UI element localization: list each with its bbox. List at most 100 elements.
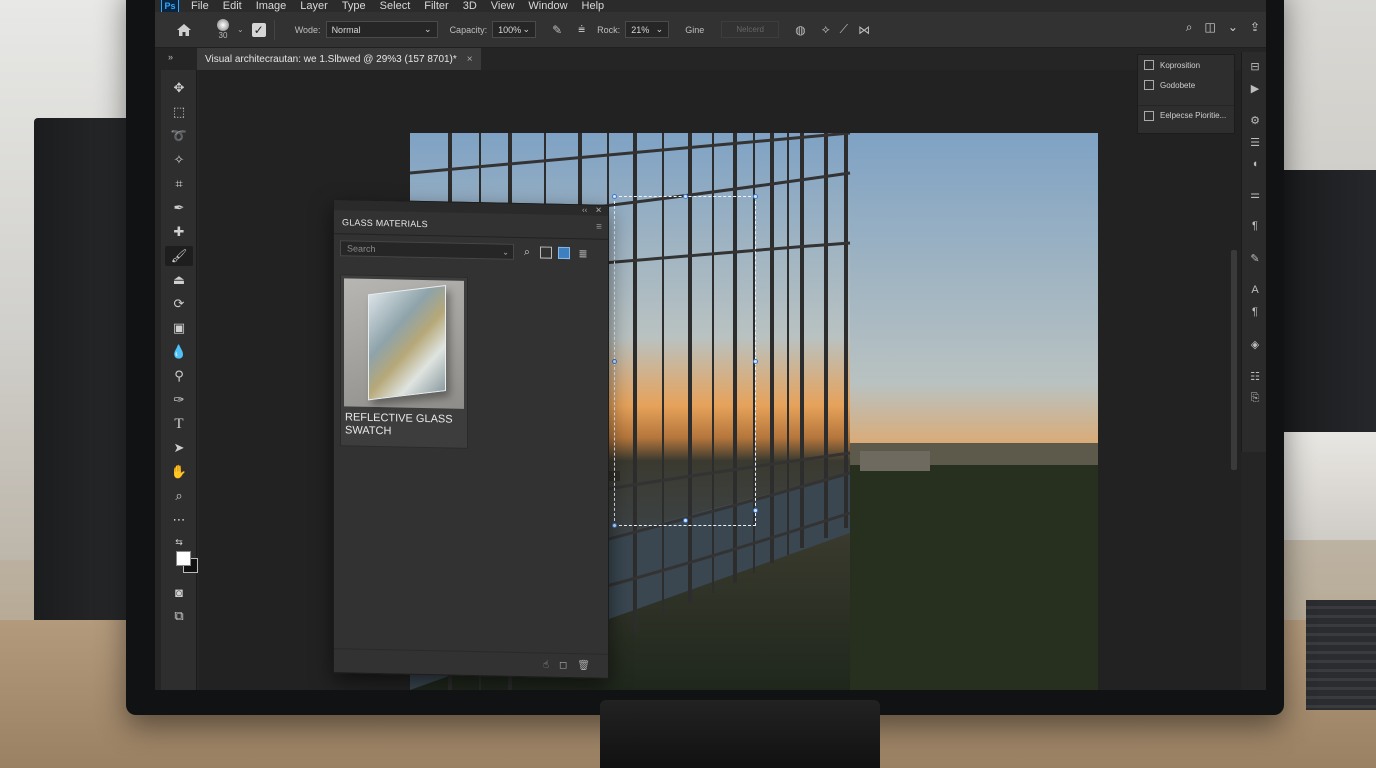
clipboard-icon[interactable]: ⎘ — [1247, 392, 1263, 408]
quick-select-icon: ✧ — [173, 152, 185, 167]
properties-icon[interactable]: ☷ — [1247, 370, 1263, 386]
selection-handle[interactable] — [612, 359, 617, 364]
brush-tool[interactable]: 🖌 — [165, 246, 193, 266]
thumbnail-view-icon[interactable] — [558, 246, 570, 260]
swap-colors[interactable]: ⇆ — [165, 532, 193, 552]
hand-icon[interactable]: ☝ — [543, 660, 549, 671]
lasso-tool[interactable]: ➰ — [165, 126, 193, 146]
eyedropper-tool[interactable]: ✒ — [165, 198, 193, 218]
right-panel-item[interactable]: Godobete — [1138, 75, 1234, 95]
menu-filter[interactable]: Filter — [424, 0, 448, 12]
brush-size: 30 — [218, 31, 228, 40]
panel-icon[interactable]: ◫ — [1205, 20, 1216, 35]
stamp-tool[interactable]: ⏏ — [165, 270, 193, 290]
disabled-field: Nelcerd — [721, 21, 780, 38]
selection-handle[interactable] — [683, 518, 688, 523]
brush-settings-icon[interactable]: ✎ — [1247, 252, 1263, 268]
dodge-tool[interactable]: ⚲ — [165, 366, 193, 386]
quick-mask-button[interactable]: ◙ — [165, 582, 193, 602]
chevron-down-icon[interactable]: ⌄ — [1228, 20, 1238, 35]
type-tool[interactable]: T — [165, 414, 193, 434]
menu-3d[interactable]: 3D — [463, 0, 477, 12]
character-icon[interactable]: A — [1247, 284, 1263, 300]
chevron-down-icon[interactable]: ⌄ — [237, 25, 244, 34]
gradient-tool[interactable]: ▣ — [165, 318, 193, 338]
hand-tool[interactable]: ✋ — [165, 462, 193, 482]
crop-tool[interactable]: ⌗ — [165, 174, 193, 194]
share-icon[interactable]: ⇪ — [1250, 20, 1260, 35]
search-input[interactable]: Search ⌄ — [340, 240, 514, 260]
menu-file[interactable]: File — [191, 0, 209, 12]
selection-handle[interactable] — [753, 194, 758, 199]
mode-select[interactable]: Normal ⌄ — [325, 21, 438, 38]
rock-input[interactable]: 21% ⌄ — [625, 21, 670, 38]
swatch-card[interactable]: REFLECTIVE GLASS SWATCH — [340, 274, 468, 449]
mode-value: Normal — [331, 24, 361, 35]
search-icon[interactable]: ⌕ — [1186, 20, 1193, 35]
more-tools[interactable]: ⋯ — [165, 510, 193, 530]
selection-handle[interactable] — [683, 194, 688, 199]
butterfly-icon[interactable]: ⋈ — [858, 23, 870, 37]
layers-icon[interactable]: ⊟ — [1247, 60, 1263, 76]
zoom-tool[interactable]: ⌕ — [165, 486, 193, 506]
screen-mode-button[interactable]: ⧉ — [165, 606, 193, 626]
align-icon[interactable]: ⩧ — [578, 22, 585, 37]
scrollbar[interactable] — [1231, 250, 1237, 470]
angle-icon[interactable]: ⟋ — [840, 22, 848, 37]
rock-value: 21% — [631, 24, 650, 35]
play-icon[interactable]: ▶ — [1247, 82, 1263, 98]
selection-handle[interactable] — [612, 523, 617, 528]
collapse-icon[interactable]: » — [168, 52, 173, 62]
history-brush-tool[interactable]: ⟳ — [165, 294, 193, 314]
brush-preset-picker[interactable]: 30 — [209, 19, 237, 40]
menu-layer[interactable]: Layer — [300, 0, 328, 12]
move-tool[interactable]: ✥ — [165, 78, 193, 98]
menu-type[interactable]: Type — [342, 0, 366, 12]
capacity-input[interactable]: 100% ⌄ — [492, 21, 537, 38]
sliders-icon[interactable]: ⚌ — [1247, 188, 1263, 204]
close-icon[interactable]: ✕ — [595, 206, 602, 216]
selection-handle[interactable] — [612, 194, 617, 199]
search-icon[interactable]: ⌕ — [520, 246, 534, 259]
healing-tool[interactable]: ✚ — [165, 222, 193, 242]
panel-menu-icon[interactable]: ≡ — [596, 222, 602, 233]
menu-select[interactable]: Select — [380, 0, 411, 12]
new-item-icon[interactable]: ◻ — [559, 660, 567, 671]
right-panel-item[interactable]: Eelpecse Pioritie... — [1138, 105, 1234, 125]
toggle-checkbox[interactable]: ✓ — [251, 22, 266, 37]
extra-label[interactable]: Gine — [685, 25, 704, 35]
foreground-color-swatch[interactable] — [176, 551, 191, 566]
canvas-area[interactable]: ‹‹ ✕ GLASS MATERIALS ≡ Search ⌄ ⌕ ≣ REFL… — [199, 70, 1241, 690]
document-tab[interactable]: Visual architecrautan: we 1.Slbwed @ 29%… — [197, 48, 481, 70]
menu-edit[interactable]: Edit — [223, 0, 242, 12]
quick-select-tool[interactable]: ✧ — [165, 150, 193, 170]
pen-tool[interactable]: ✑ — [165, 390, 193, 410]
menu-help[interactable]: Help — [582, 0, 605, 12]
blur-tool[interactable]: 💧 — [165, 342, 193, 362]
styles-icon[interactable]: ◖ — [1247, 158, 1263, 174]
collapse-icon[interactable]: ‹‹ — [582, 205, 587, 215]
menu-image[interactable]: Image — [256, 0, 287, 12]
close-icon[interactable]: × — [467, 54, 473, 65]
adjust-icon[interactable]: ⚙ — [1247, 114, 1263, 130]
menu-window[interactable]: Window — [528, 0, 567, 12]
path-select-tool[interactable]: ➤ — [165, 438, 193, 458]
menu-view[interactable]: View — [491, 0, 515, 12]
paragraph-icon[interactable]: ¶ — [1247, 220, 1263, 236]
3d-icon[interactable]: ◈ — [1247, 338, 1263, 354]
right-panel-item[interactable]: Koprosition — [1138, 55, 1234, 75]
selection-handle[interactable] — [753, 508, 758, 513]
pressure-icon[interactable]: ✎ — [552, 23, 562, 37]
grid-view-icon[interactable] — [540, 246, 552, 259]
symmetry-icon[interactable]: ⟡ — [822, 22, 830, 37]
trash-icon[interactable]: 🗑 — [577, 660, 590, 671]
list-view-icon[interactable]: ≣ — [576, 247, 590, 260]
home-button[interactable] — [171, 18, 197, 42]
globe-icon[interactable]: ◍ — [795, 23, 805, 37]
channels-icon[interactable]: ☰ — [1247, 136, 1263, 152]
selection-handle[interactable] — [753, 359, 758, 364]
selection-marquee[interactable] — [614, 196, 756, 526]
marquee-tool[interactable]: ⬚ — [165, 102, 193, 122]
paragraph-style-icon[interactable]: ¶ — [1247, 306, 1263, 322]
rock-label: Rock: — [597, 24, 621, 35]
